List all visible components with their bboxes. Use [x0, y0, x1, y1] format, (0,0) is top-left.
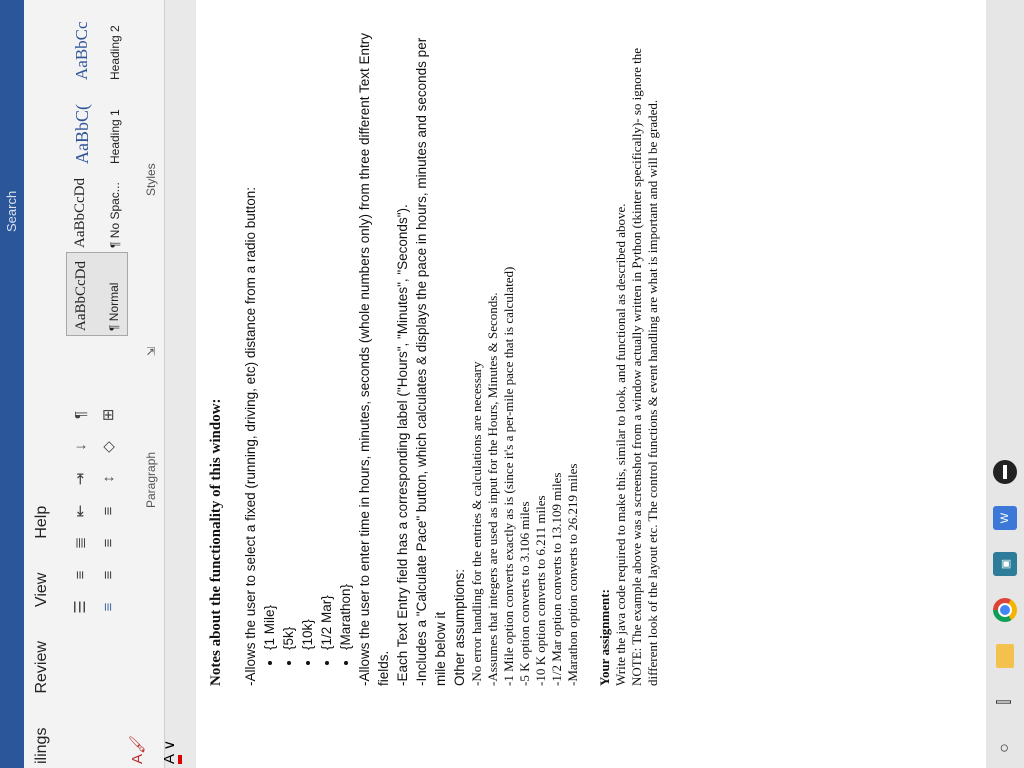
list-item: {Marathon} — [336, 26, 355, 650]
list-item: {10k} — [298, 26, 317, 650]
decrease-indent-icon[interactable]: ⇤ — [71, 500, 89, 522]
tab-help[interactable]: Help — [31, 502, 53, 543]
word-window: Search ilings Review View Help A🖌 A ∨ ⇲ … — [0, 0, 1024, 768]
radio-intro: -Allows the user to select a fixed (runn… — [243, 187, 258, 686]
tab-view[interactable]: View — [31, 569, 53, 611]
document-body: Notes about the functionality of this wi… — [208, 26, 661, 686]
text-effects-icon[interactable]: A🖌 — [128, 735, 146, 764]
assumption-line: -10 K option converts to 6.211 miles — [533, 495, 548, 686]
distance-list: {1 Mile} {5k} {10k} {1/2 Mar} {Marathon} — [260, 26, 355, 686]
assignment-heading: Your assignment: — [597, 589, 612, 686]
paragraph-group-label: Paragraph — [144, 451, 158, 508]
chrome-icon[interactable] — [993, 598, 1017, 622]
justify-icon[interactable]: ≡ — [100, 500, 117, 522]
file-explorer-icon[interactable] — [996, 644, 1014, 668]
assumption-line: -No error handling for the entries & cal… — [469, 361, 484, 686]
document-page[interactable]: Notes about the functionality of this wi… — [196, 0, 986, 768]
borders-icon[interactable]: ⊞ — [99, 404, 117, 426]
line-spacing-icon[interactable]: ↕ — [100, 468, 117, 490]
font-color-icon[interactable]: A ∨ — [160, 740, 182, 764]
multilevel-list-icon[interactable]: ≣ — [71, 532, 89, 554]
style-normal[interactable]: AaBbCcDd ¶ Normal — [66, 252, 128, 336]
styles-group: AaBbCcDd ¶ Normal AaBbCcDd ¶ No Spac... … — [66, 0, 162, 336]
cortana-icon[interactable]: ○ — [993, 736, 1017, 760]
assumption-line: -1/2 Mar option converts to 13.109 miles — [549, 472, 564, 686]
style-heading-2[interactable]: AaBbCc Heading 2 — [66, 0, 128, 84]
bullets-icon[interactable]: ☰ — [71, 596, 89, 618]
pace-line: -Includes a "Calculate Pace" button, whi… — [414, 37, 448, 686]
list-item: {1 Mile} — [260, 26, 279, 650]
assumption-line: -5 K option converts to 3.106 miles — [517, 501, 532, 686]
align-center-icon[interactable]: ≡ — [100, 564, 117, 586]
word-icon[interactable]: W — [993, 506, 1017, 530]
title-bar: Search — [0, 0, 24, 768]
notes-heading: Notes about the functionality of this wi… — [208, 398, 224, 686]
increase-indent-icon[interactable]: ⇥ — [71, 468, 89, 490]
assignment-section: Your assignment: Write the java code req… — [597, 26, 661, 686]
pilcrow-icon[interactable]: ¶ — [72, 404, 89, 426]
task-view-icon[interactable]: ⫿ — [993, 690, 1017, 714]
styles-group-label: Styles — [144, 163, 158, 196]
paragraph-dialog-launcher-icon[interactable]: ⇲ — [145, 347, 158, 356]
label-line: -Each Text Entry field has a correspondi… — [395, 204, 410, 686]
tab-review[interactable]: Review — [31, 637, 53, 697]
assignment-note: NOTE: The example above was a screenshot… — [629, 47, 660, 686]
taskbar: ○ ⫿ ▣ W — [986, 0, 1024, 768]
media-app-icon[interactable] — [993, 460, 1017, 484]
align-right-icon[interactable]: ≡ — [100, 532, 117, 554]
time-entry-line: -Allows the user to enter time in hours,… — [357, 32, 391, 686]
align-left-icon[interactable]: ≡ — [100, 596, 117, 618]
style-no-spacing[interactable]: AaBbCcDd ¶ No Spac... — [66, 168, 128, 252]
shading-icon[interactable]: ◇ — [99, 436, 117, 458]
tab-mailings[interactable]: ilings — [31, 724, 53, 768]
assumption-line: -Marathon option converts to 26.219 mile… — [565, 463, 580, 686]
app-icon[interactable]: ▣ — [993, 552, 1017, 576]
numbering-icon[interactable]: ≡ — [72, 564, 89, 586]
list-item: {1/2 Mar} — [317, 26, 336, 650]
sort-icon[interactable]: ↓ — [72, 436, 89, 458]
ribbon: A🖌 A ∨ ⇲ ☰ ≡ ≣ ⇤ ⇥ ↓ ¶ ≡ ≡ ≡ ≡ ↕ ◇ ⊞ — [60, 0, 213, 768]
style-heading-1[interactable]: AaBbC( Heading 1 — [66, 84, 128, 168]
assumption-line: -1 Mile option converts exactly as is (s… — [501, 266, 516, 686]
list-item: {5k} — [279, 26, 298, 650]
search-box[interactable]: Search — [4, 191, 19, 232]
ribbon-tabs: ilings Review View Help — [24, 0, 60, 768]
assignment-line: Write the java code required to make thi… — [613, 203, 628, 687]
assumption-line: -Assumes that integers are used as input… — [485, 292, 500, 686]
other-assumptions-heading: Other assumptions: — [452, 568, 467, 686]
